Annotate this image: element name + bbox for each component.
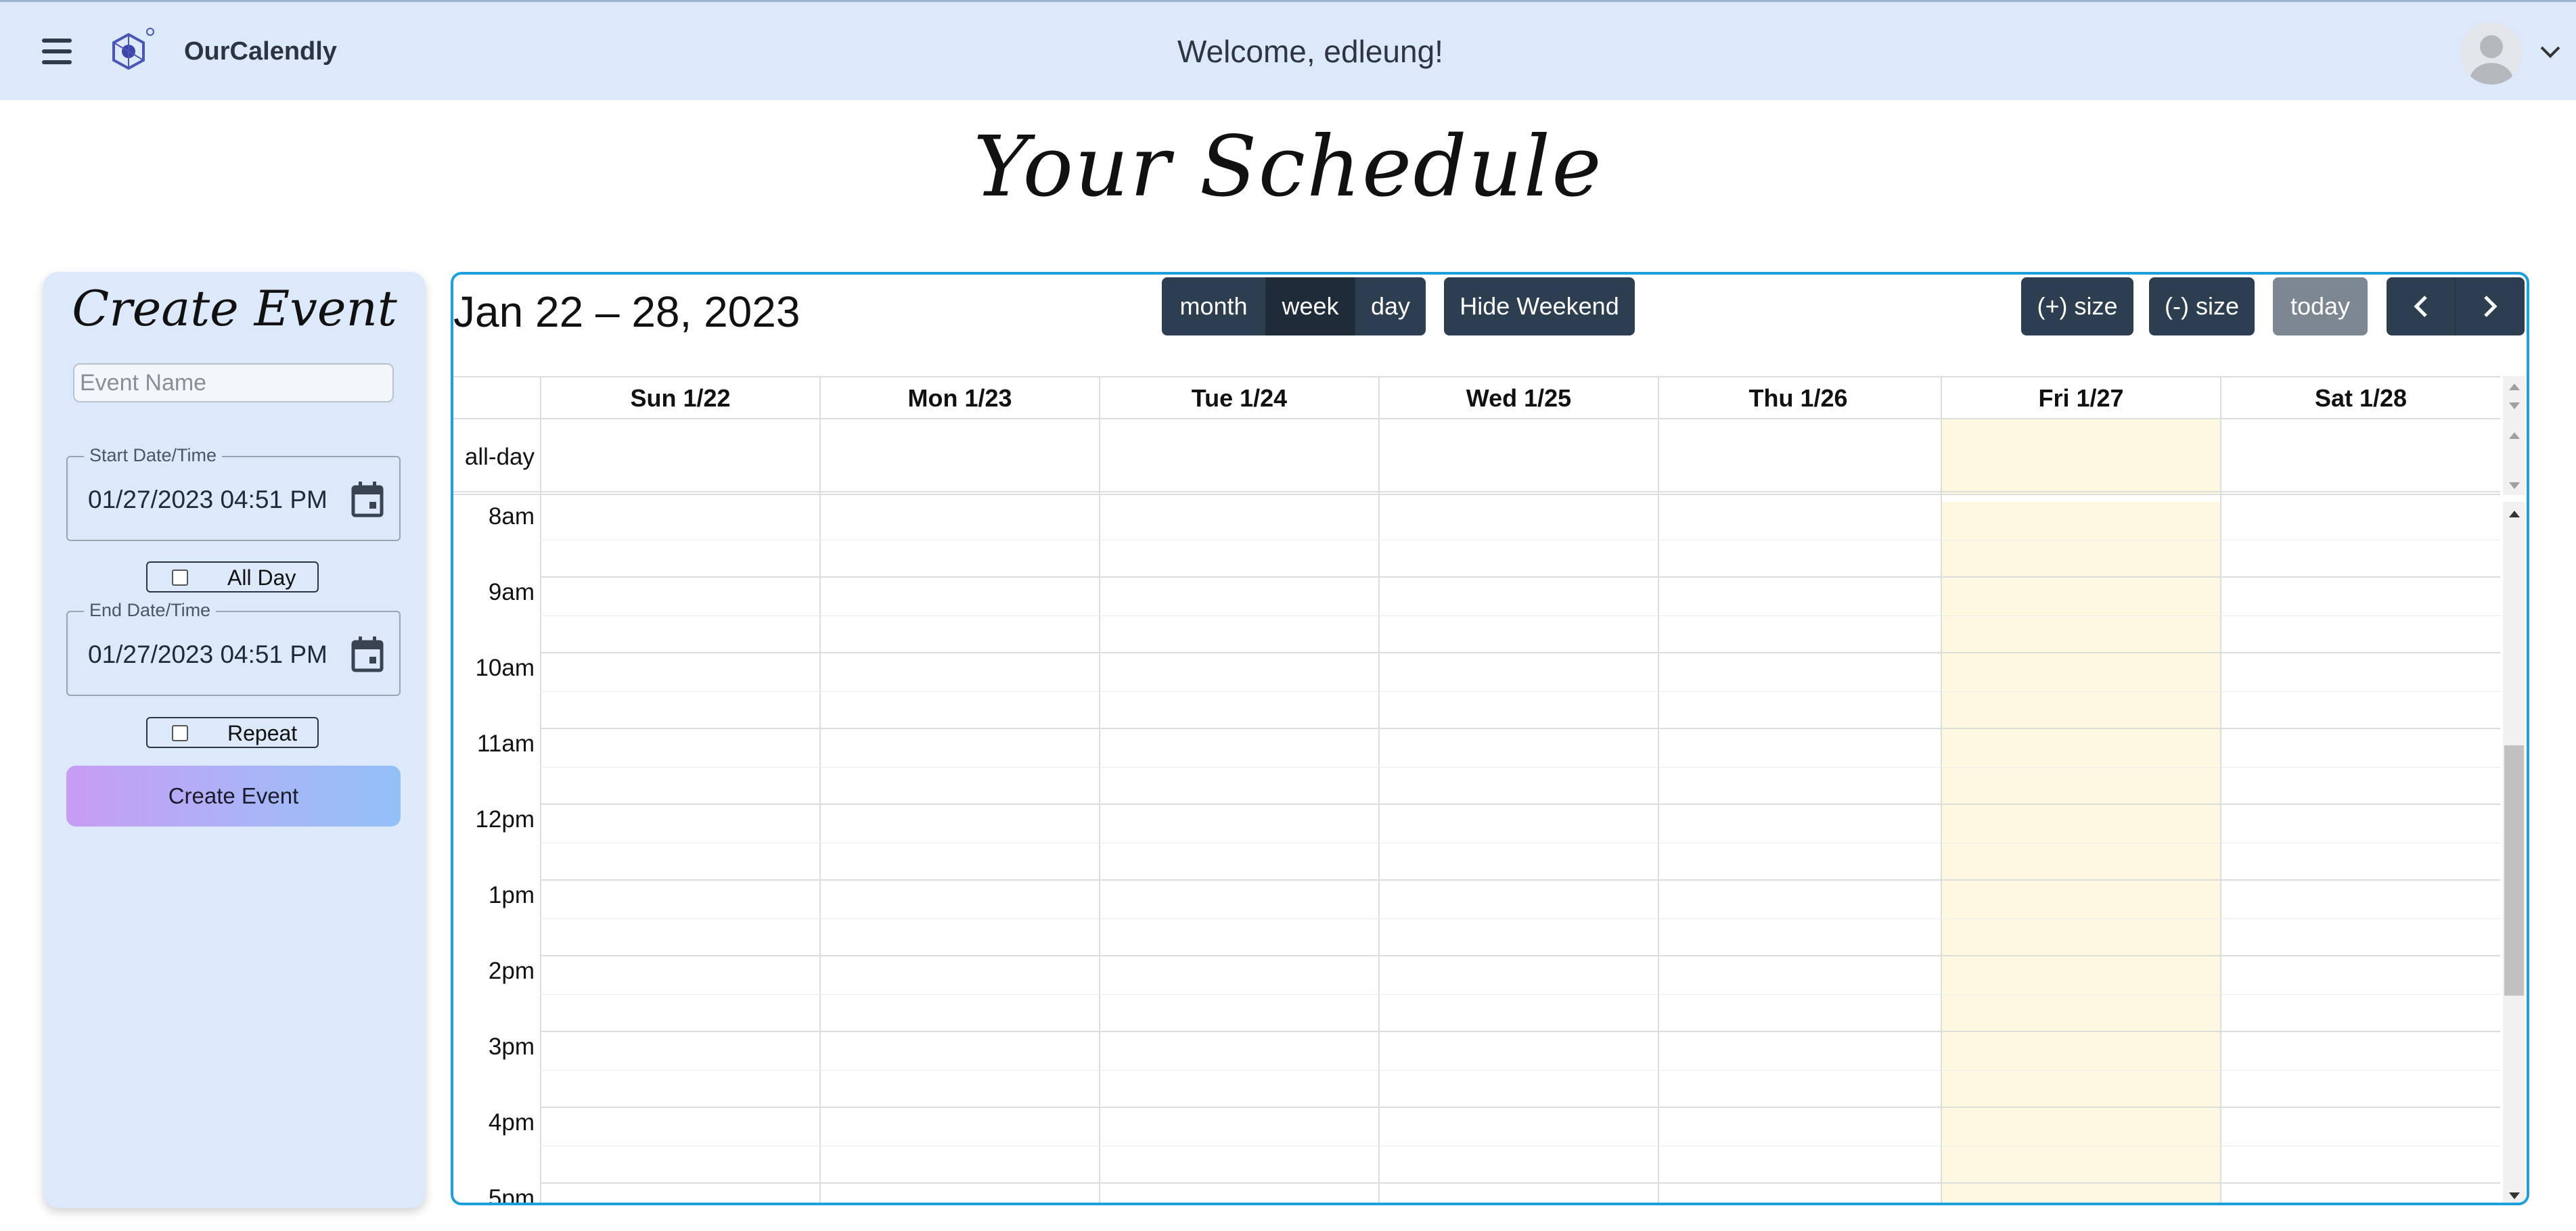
day-header-sun: Sun 1/22 (540, 377, 819, 419)
calendar-icon[interactable] (351, 480, 384, 518)
all-day-checkbox[interactable]: All Day (146, 561, 319, 593)
scrollbar-thumb[interactable] (2504, 745, 2524, 996)
day-header-fri: Fri 1/27 (1941, 377, 2220, 419)
allday-label: all-day (464, 444, 535, 470)
next-week-button[interactable] (2456, 277, 2525, 335)
view-day-button[interactable]: day (1355, 277, 1426, 335)
start-datetime-value[interactable]: 01/27/2023 04:51 PM (88, 486, 327, 514)
scroll-up-icon[interactable] (2507, 430, 2522, 441)
day-header-mon: Mon 1/23 (819, 377, 1099, 419)
hour-row-4pm[interactable]: 4pm (453, 1108, 2500, 1184)
day-header-tue: Tue 1/24 (1099, 377, 1378, 419)
hide-weekend-button[interactable]: Hide Weekend (1444, 277, 1635, 335)
hour-row-5pm[interactable]: 5pm (453, 1184, 2500, 1205)
hour-row-1pm[interactable]: 1pm (453, 881, 2500, 956)
hour-label: 8am (488, 503, 535, 530)
chevron-down-icon[interactable] (2539, 44, 2562, 60)
page-title: Your Schedule (973, 118, 1603, 216)
chevron-right-icon[interactable] (2481, 294, 2499, 319)
hour-label: 2pm (488, 958, 535, 984)
chevron-left-icon[interactable] (2412, 294, 2430, 319)
all-day-checkbox-box[interactable] (172, 570, 188, 586)
hour-label: 9am (488, 579, 535, 605)
end-datetime-label: End Date/Time (84, 600, 217, 621)
hour-row-12pm[interactable]: 12pm (453, 805, 2500, 881)
hour-label: 10am (475, 655, 535, 681)
repeat-label: Repeat (227, 721, 298, 745)
create-event-title: Create Event (72, 280, 397, 337)
create-event-panel: Create Event Start Date/Time 01/27/2023 … (43, 272, 426, 1208)
scroll-down-icon[interactable] (2507, 1190, 2522, 1201)
day-header-row: Sun 1/22 Mon 1/23 Tue 1/24 Wed 1/25 Thu … (453, 376, 2500, 419)
week-grid: Sun 1/22 Mon 1/23 Tue 1/24 Wed 1/25 Thu … (453, 376, 2527, 1205)
hour-label: 12pm (475, 806, 535, 833)
hour-row-10am[interactable]: 10am (453, 653, 2500, 729)
repeat-checkbox-box[interactable] (172, 725, 188, 741)
brand-logo-icon[interactable] (101, 26, 162, 80)
hour-label: 4pm (488, 1109, 535, 1136)
view-week-button[interactable]: week (1266, 277, 1355, 335)
navbar: OurCalendly Welcome, edleung! (0, 0, 2576, 100)
end-datetime-field[interactable]: End Date/Time 01/27/2023 04:51 PM (66, 600, 401, 696)
hour-label: 11am (477, 730, 535, 757)
calendar-icon[interactable] (351, 635, 384, 673)
hour-row-3pm[interactable]: 3pm (453, 1032, 2500, 1108)
all-day-label: All Day (227, 565, 296, 590)
day-header-sat: Sat 1/28 (2220, 377, 2500, 419)
prev-week-button[interactable] (2387, 277, 2456, 335)
allday-row[interactable]: all-day (453, 419, 2500, 495)
calendar-title: Jan 22 – 28, 2023 (453, 287, 800, 336)
day-header-thu: Thu 1/26 (1658, 377, 1937, 419)
hour-row-2pm[interactable]: 2pm (453, 956, 2500, 1032)
today-button[interactable]: today (2273, 277, 2368, 335)
scroll-down-icon[interactable] (2507, 400, 2522, 411)
hour-row-9am[interactable]: 9am (453, 578, 2500, 653)
brand-name[interactable]: OurCalendly (184, 37, 337, 66)
time-grid-body[interactable]: 8am 9am 10am 11am 12pm 1pm 2pm 3pm 4pm 5… (453, 502, 2500, 1205)
hour-label: 1pm (488, 882, 535, 908)
start-datetime-label: Start Date/Time (84, 445, 223, 466)
repeat-checkbox[interactable]: Repeat (146, 717, 319, 748)
scroll-up-icon[interactable] (2507, 509, 2522, 519)
hour-label: 5pm (488, 1185, 535, 1205)
view-switcher: month week day (1162, 277, 1426, 335)
avatar-icon[interactable] (2460, 22, 2523, 85)
hour-row-11am[interactable]: 11am (453, 729, 2500, 805)
size-decrease-button[interactable]: (-) size (2149, 277, 2255, 335)
end-datetime-value[interactable]: 01/27/2023 04:51 PM (88, 641, 327, 669)
calendar: Jan 22 – 28, 2023 month week day Hide We… (451, 272, 2529, 1205)
day-header-wed: Wed 1/25 (1378, 377, 1658, 419)
hamburger-menu-icon[interactable] (42, 39, 72, 64)
hour-row-8am[interactable]: 8am (453, 502, 2500, 578)
prev-next-group (2387, 277, 2525, 335)
start-datetime-field[interactable]: Start Date/Time 01/27/2023 04:51 PM (66, 445, 401, 541)
scroll-down-icon[interactable] (2507, 480, 2522, 491)
event-name-input[interactable] (73, 363, 394, 402)
welcome-message: Welcome, edleung! (1177, 34, 1443, 69)
create-event-button[interactable]: Create Event (66, 766, 401, 827)
size-increase-button[interactable]: (+) size (2021, 277, 2133, 335)
scroll-up-icon[interactable] (2507, 381, 2522, 392)
view-month-button[interactable]: month (1162, 277, 1266, 335)
hour-label: 3pm (488, 1033, 535, 1060)
